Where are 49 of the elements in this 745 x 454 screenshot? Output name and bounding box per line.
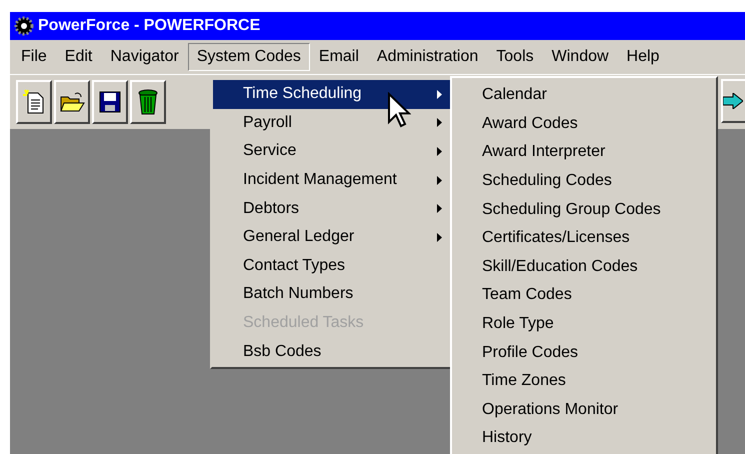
- submenu-arrow-icon: [437, 204, 442, 214]
- submenu-arrow-icon: [437, 232, 442, 242]
- menu-item[interactable]: Time Zones: [452, 366, 716, 396]
- menu-bar-item[interactable]: System Codes: [188, 43, 310, 71]
- menu-bar-item[interactable]: Email: [310, 43, 368, 71]
- menu-item[interactable]: Award Codes: [452, 110, 716, 138]
- submenu-arrow-icon: [437, 176, 442, 185]
- toolbar-button[interactable]: [721, 79, 745, 123]
- menu-item[interactable]: Profile Codes: [452, 338, 716, 367]
- arrow-right-icon: [723, 93, 743, 109]
- menu-item[interactable]: Team Codes: [452, 281, 716, 310]
- menu-item[interactable]: Payroll: [213, 108, 450, 138]
- new-document-icon: [22, 89, 46, 115]
- menu-item[interactable]: General Ledger: [213, 222, 450, 252]
- menu-bar-item[interactable]: Help: [618, 43, 668, 71]
- menu-bar-item[interactable]: Edit: [56, 43, 102, 71]
- menu-item[interactable]: Time Scheduling: [213, 80, 450, 109]
- menu-item[interactable]: Batch Numbers: [213, 280, 450, 309]
- menu-item[interactable]: Operations Monitor: [452, 396, 716, 424]
- menu-item[interactable]: Incident Management: [213, 166, 450, 194]
- menu-bar-item[interactable]: Tools: [487, 43, 543, 71]
- menu-item[interactable]: Scheduling Group Codes: [452, 195, 716, 224]
- menu-bar-item[interactable]: Administration: [368, 43, 488, 71]
- submenu-arrow-icon: [437, 118, 442, 128]
- toolbar-button[interactable]: [92, 80, 128, 124]
- menu-bar-item[interactable]: Navigator: [101, 43, 188, 71]
- menu-item[interactable]: Calendar: [452, 81, 716, 110]
- menu-item[interactable]: Contact Types: [213, 252, 450, 280]
- menu-item[interactable]: Skill/Education Codes: [452, 252, 716, 282]
- folder-icon: [59, 91, 85, 113]
- menu-item[interactable]: History: [452, 424, 716, 453]
- menu-item[interactable]: Role Type: [452, 310, 716, 338]
- menu-bar-item[interactable]: File: [12, 43, 56, 71]
- gear-logo-icon: [14, 16, 34, 36]
- toolbar-button[interactable]: [54, 80, 90, 124]
- window-title: PowerForce - POWERFORCE: [38, 16, 260, 36]
- menu-item[interactable]: Debtors: [213, 194, 450, 223]
- menu-item[interactable]: Bsb Codes: [213, 337, 450, 366]
- menu-item[interactable]: Service: [213, 137, 450, 166]
- trash-can-icon: [136, 88, 160, 116]
- menu-item[interactable]: Award Interpreter: [452, 138, 716, 167]
- menu-item[interactable]: Certificates/Licenses: [452, 224, 716, 253]
- toolbar-button[interactable]: [16, 80, 52, 124]
- menu-bar-item[interactable]: Window: [542, 43, 618, 71]
- toolbar-button[interactable]: [130, 80, 166, 124]
- submenu-arrow-icon: [437, 90, 442, 99]
- menu-item[interactable]: Scheduling Codes: [452, 166, 716, 196]
- mouse-pointer-icon: [387, 92, 411, 128]
- submenu-arrow-icon: [437, 146, 442, 156]
